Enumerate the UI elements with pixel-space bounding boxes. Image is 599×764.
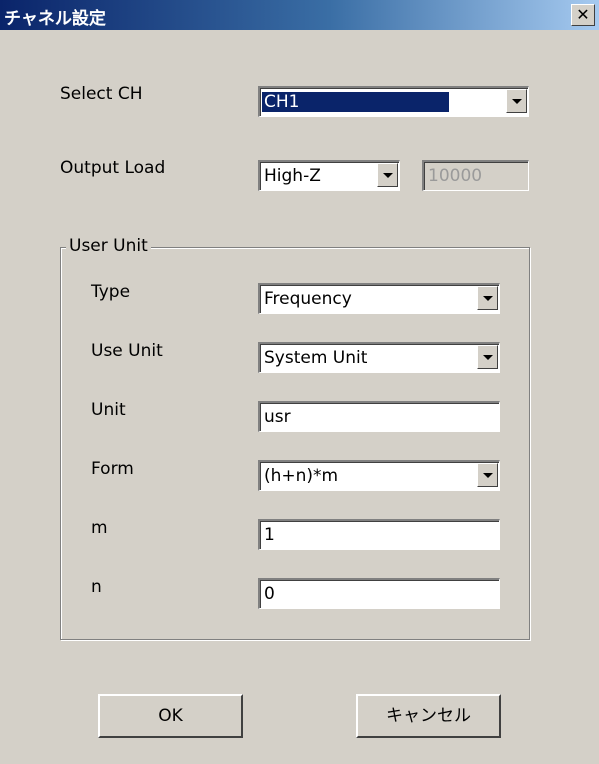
- type-value: Frequency: [264, 289, 352, 309]
- output-load-value: High-Z: [264, 166, 321, 186]
- output-load-input[interactable]: 10000: [422, 160, 529, 191]
- title-bar: チャネル設定 ✕: [0, 0, 599, 30]
- type-dropdown[interactable]: Frequency: [258, 283, 500, 314]
- select-ch-label: Select CH: [60, 84, 143, 104]
- m-value: 1: [264, 525, 275, 545]
- type-label: Type: [91, 282, 131, 302]
- output-load-dropdown[interactable]: High-Z: [258, 160, 400, 191]
- select-ch-value: CH1: [262, 92, 450, 112]
- window-title: チャネル設定: [4, 9, 106, 29]
- unit-value: usr: [264, 407, 291, 427]
- use-unit-dropdown[interactable]: System Unit: [258, 342, 500, 373]
- chevron-down-icon[interactable]: [477, 463, 498, 487]
- user-unit-group-title: User Unit: [66, 236, 151, 256]
- chevron-down-icon[interactable]: [477, 345, 498, 369]
- n-label: n: [91, 577, 102, 597]
- close-button[interactable]: ✕: [571, 4, 595, 26]
- select-ch-dropdown[interactable]: CH1: [258, 86, 529, 117]
- chevron-down-icon[interactable]: [477, 286, 498, 310]
- use-unit-value: System Unit: [264, 348, 368, 368]
- ok-button[interactable]: OK: [98, 694, 243, 738]
- m-input[interactable]: 1: [258, 519, 500, 550]
- n-value: 0: [264, 584, 275, 604]
- chevron-down-icon[interactable]: [506, 89, 527, 113]
- cancel-button[interactable]: キャンセル: [356, 694, 501, 738]
- form-label: Form: [91, 459, 134, 479]
- form-value: (h+n)*m: [264, 466, 339, 486]
- n-input[interactable]: 0: [258, 578, 500, 609]
- unit-input[interactable]: usr: [258, 401, 500, 432]
- output-load-label: Output Load: [60, 158, 166, 178]
- close-icon: ✕: [576, 5, 590, 24]
- unit-label: Unit: [91, 400, 126, 420]
- chevron-down-icon[interactable]: [377, 163, 398, 187]
- output-load-number: 10000: [428, 166, 483, 186]
- form-dropdown[interactable]: (h+n)*m: [258, 460, 500, 491]
- use-unit-label: Use Unit: [91, 341, 163, 361]
- m-label: m: [91, 518, 108, 538]
